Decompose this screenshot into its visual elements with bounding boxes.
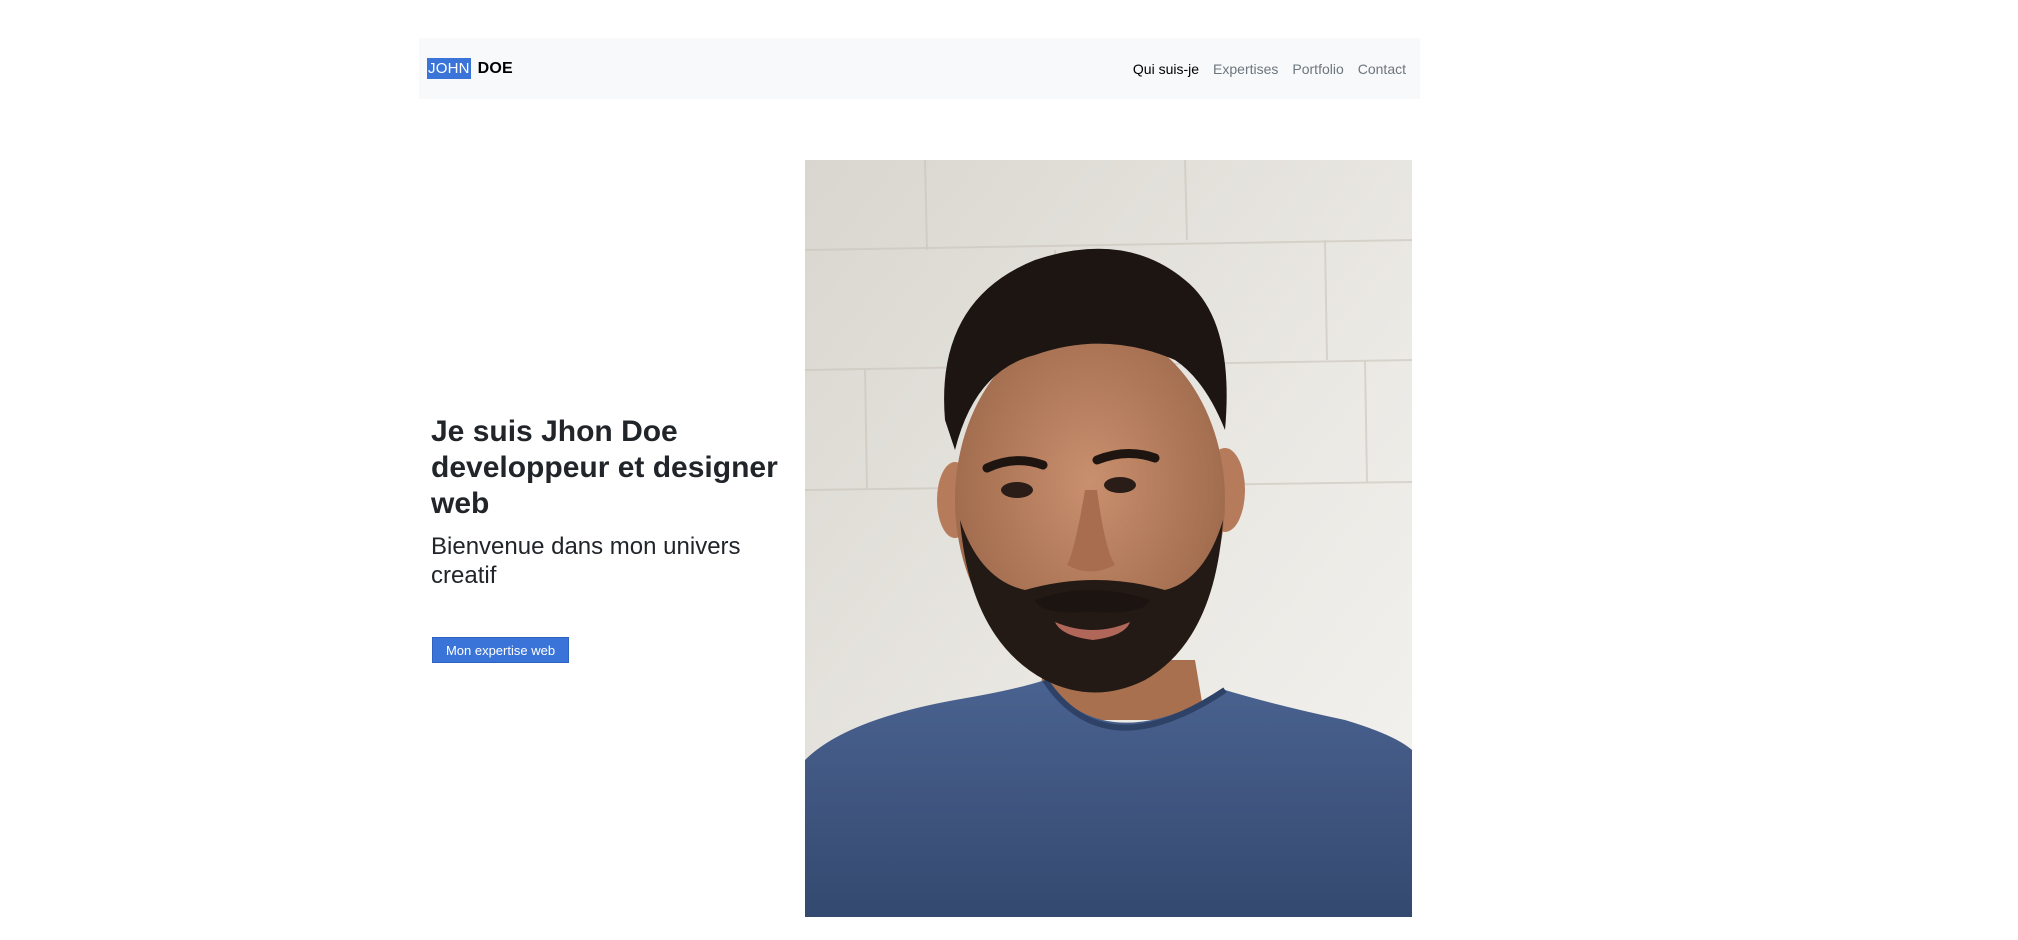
navbar: JOHN DOE Qui suis-je Expertises Portfoli… (419, 38, 1420, 99)
brand-first-name: JOHN (427, 58, 471, 79)
portrait-image (805, 160, 1412, 917)
nav-item-qui-suis-je[interactable]: Qui suis-je (1133, 61, 1199, 77)
nav-links: Qui suis-je Expertises Portfolio Contact (1119, 61, 1406, 77)
hero-title: Je suis Jhon Doe developpeur et designer… (431, 415, 778, 520)
nav-item-portfolio[interactable]: Portfolio (1292, 61, 1343, 77)
nav-item-contact[interactable]: Contact (1358, 61, 1406, 77)
hero-subtitle: Bienvenue dans mon univers creatif (431, 533, 741, 589)
brand-logo[interactable]: JOHN DOE (427, 58, 513, 79)
brand-last-name: DOE (477, 59, 513, 77)
expertise-button[interactable]: Mon expertise web (432, 637, 569, 663)
nav-item-expertises[interactable]: Expertises (1213, 61, 1278, 77)
hero-section: Je suis Jhon Doe developpeur et designer… (431, 414, 791, 590)
